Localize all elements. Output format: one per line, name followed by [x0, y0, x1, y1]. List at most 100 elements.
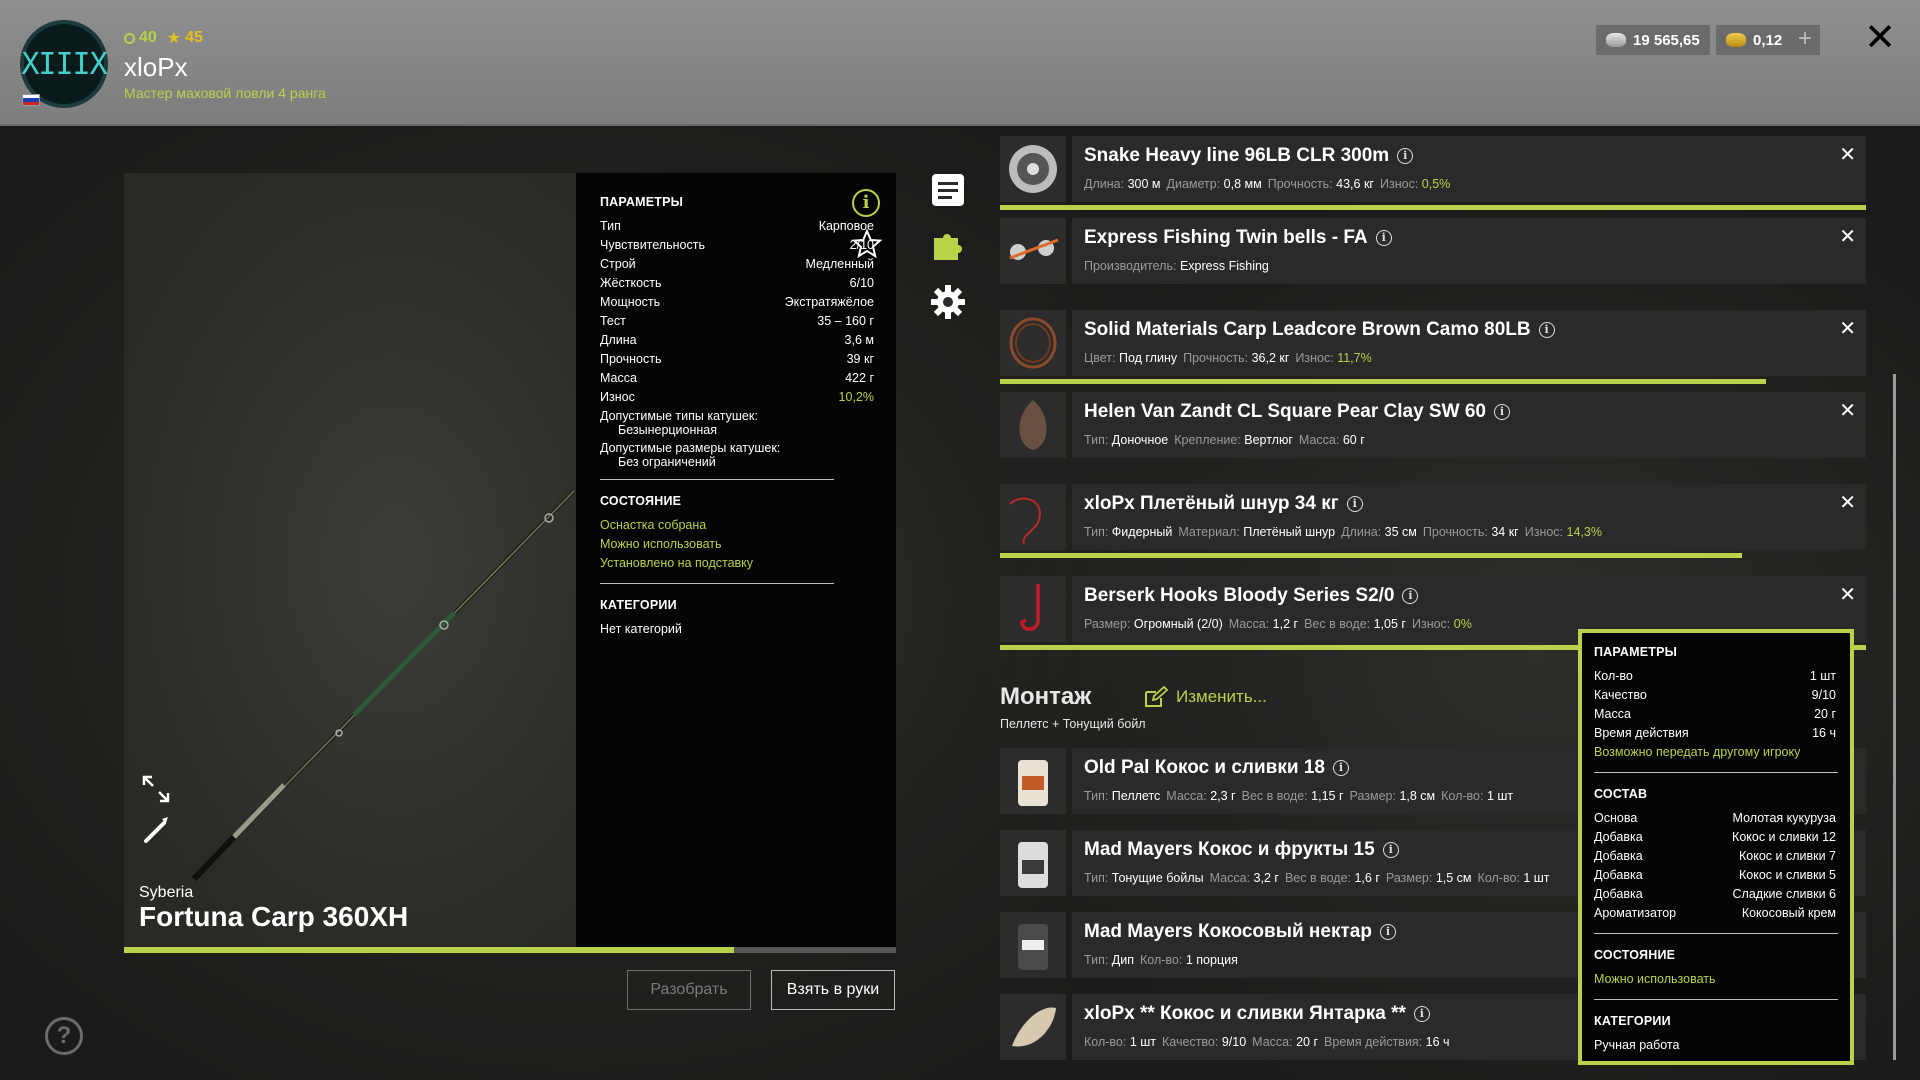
info-icon[interactable]: i	[1346, 496, 1363, 512]
meta-value: Пеллетс	[1111, 789, 1161, 803]
remove-icon[interactable]: ✕	[1839, 398, 1856, 423]
reel-sizes: Допустимые размеры катушек: Без ограниче…	[600, 441, 874, 469]
disassemble-button[interactable]: Разобрать	[627, 970, 751, 1010]
categories-value: Нет категорий	[600, 622, 682, 636]
notes-icon[interactable]	[930, 172, 966, 208]
leadcore-icon	[1000, 310, 1066, 376]
param-row: Добавка Кокос и сливки 12	[1594, 828, 1836, 847]
level-value: 45	[185, 29, 203, 46]
weight-icon	[1000, 392, 1066, 458]
tackle-item[interactable]: Helen Van Zandt CL Square Pear Clay SW 6…	[1000, 392, 1866, 458]
tackle-item-title: Helen Van Zandt CL Square Pear Clay SW 6…	[1084, 401, 1510, 423]
tackle-item-title: Mad Mayers Кокос и фрукты 15 i	[1084, 839, 1399, 861]
tooltip-state-heading: Состояние	[1594, 948, 1676, 962]
meta-value: 16 ч	[1425, 1035, 1450, 1049]
state-line: Оснастка собрана	[600, 518, 707, 532]
meta-label: Длина:	[1084, 177, 1125, 191]
categories-heading: Категории	[600, 598, 677, 612]
favorite-star-icon[interactable]	[852, 229, 882, 259]
transfer-note: Возможно передать другому игроку	[1594, 745, 1801, 759]
remove-icon[interactable]: ✕	[1839, 316, 1856, 341]
remove-icon[interactable]: ✕	[1839, 490, 1856, 515]
experience-value: 40	[139, 29, 157, 46]
param-label: Длина	[600, 333, 637, 347]
info-icon[interactable]: i	[1397, 148, 1414, 164]
meta-value: 14,3%	[1566, 525, 1602, 539]
remove-icon[interactable]: ✕	[1839, 142, 1856, 167]
tackle-item-meta: Длина: 300 м Диаметр: 0,8 мм Прочность: 43…	[1084, 177, 1456, 191]
meta-label: Износ:	[1411, 617, 1451, 631]
brush-icon[interactable]	[140, 813, 172, 845]
param-row: Основа Молотая кукуруза	[1594, 809, 1836, 828]
reel-types: Допустимые типы катушек: Безынерционная	[600, 409, 874, 437]
param-row: Добавка Кокос и сливки 5	[1594, 866, 1836, 885]
info-icon[interactable]: i	[1538, 322, 1555, 338]
tackle-item-name: Solid Materials Carp Leadcore Brown Camo…	[1084, 319, 1531, 340]
remove-icon[interactable]: ✕	[1839, 224, 1856, 249]
remove-icon[interactable]: ✕	[1839, 582, 1856, 607]
info-icon[interactable]: i	[1402, 588, 1419, 604]
close-icon[interactable]: ✕	[1862, 19, 1898, 57]
meta-label: Масса:	[1252, 1035, 1293, 1049]
meta-value: Тонущие бойлы	[1111, 871, 1204, 885]
gear-icon[interactable]	[930, 284, 966, 320]
boilie-icon	[1000, 830, 1066, 896]
tackle-item-meta: Тип: Тонущие бойлы Масса: 3,2 г Вес в воде…	[1084, 871, 1556, 885]
meta-label: Вес в воде:	[1304, 617, 1371, 631]
info-icon[interactable]: i	[1379, 924, 1396, 940]
tackle-item-name: Express Fishing Twin bells - FA	[1084, 227, 1368, 248]
meta-label: Вес в воде:	[1284, 871, 1351, 885]
tackle-item-meta: Тип: Доночное Крепление: Вертлюг Масса: 60…	[1084, 433, 1371, 447]
tooltip-categories-value: Ручная работа	[1594, 1038, 1680, 1052]
param-row: Износ 10,2%	[600, 388, 874, 407]
meta-label: Тип:	[1084, 953, 1109, 967]
meta-value: 3,2 г	[1253, 871, 1279, 885]
expand-icon[interactable]	[140, 773, 172, 805]
param-value: 39 кг	[846, 352, 874, 366]
rod-wear-progress-fill	[124, 947, 734, 953]
meta-value: 1 шт	[1523, 871, 1550, 885]
rod-image	[191, 489, 576, 882]
info-icon[interactable]: i	[1332, 760, 1349, 776]
dip-icon	[1000, 912, 1066, 978]
meta-value: 1 шт	[1486, 789, 1514, 803]
meta-value: Доночное	[1111, 433, 1169, 447]
rod-preview[interactable]: Syberia Fortuna Carp 360XH	[124, 173, 576, 947]
tackle-item[interactable]: xloPx Плетёный шнур 34 кг i Тип: Фидерный М…	[1000, 484, 1866, 558]
experience-stat: 40	[124, 28, 157, 48]
montage-edit-button[interactable]: Изменить...	[1144, 686, 1267, 708]
meta-label: Кол-во:	[1140, 953, 1183, 967]
param-row: Масса 422 г	[600, 369, 874, 388]
help-icon[interactable]: ?	[45, 1017, 83, 1055]
param-label: Тип	[600, 219, 621, 233]
meta-value: 60 г	[1342, 433, 1365, 447]
tackle-item[interactable]: Snake Heavy line 96LB CLR 300m i Длина: 30…	[1000, 136, 1866, 210]
param-label: Добавка	[1594, 849, 1643, 863]
take-in-hands-button[interactable]: Взять в руки	[771, 970, 895, 1010]
edit-icon	[1145, 686, 1168, 707]
divider	[1594, 772, 1838, 773]
puzzle-icon[interactable]	[930, 228, 966, 264]
meta-value: 1,2 г	[1272, 617, 1299, 631]
params-heading: Параметры	[600, 195, 684, 209]
param-row: Прочность 39 кг	[600, 350, 874, 369]
wear-progress-bar	[1000, 205, 1866, 210]
meta-label: Тип:	[1084, 525, 1109, 539]
info-icon[interactable]: i	[1493, 404, 1510, 420]
add-currency-button[interactable]: +	[1790, 25, 1820, 55]
tackle-item[interactable]: Solid Materials Carp Leadcore Brown Camo…	[1000, 310, 1866, 384]
info-icon[interactable]: i	[1382, 842, 1399, 858]
info-icon[interactable]: i	[1413, 1006, 1430, 1022]
info-icon[interactable]: i	[1375, 230, 1392, 246]
bag-icon	[1000, 994, 1066, 1060]
reel-types-label: Допустимые типы катушек:	[600, 409, 758, 423]
meta-label: Масса:	[1228, 617, 1270, 631]
meta-label: Тип:	[1084, 871, 1109, 885]
meta-value: 1,5 см	[1435, 871, 1472, 885]
montage-edit-label: Изменить...	[1176, 687, 1267, 706]
tackle-item[interactable]: Express Fishing Twin bells - FA i Производ…	[1000, 218, 1866, 284]
param-row: Длина 3,6 м	[600, 331, 874, 350]
param-label: Чувствительность	[600, 238, 705, 252]
info-icon[interactable]: i	[852, 189, 880, 217]
scrollbar[interactable]	[1893, 374, 1896, 1060]
